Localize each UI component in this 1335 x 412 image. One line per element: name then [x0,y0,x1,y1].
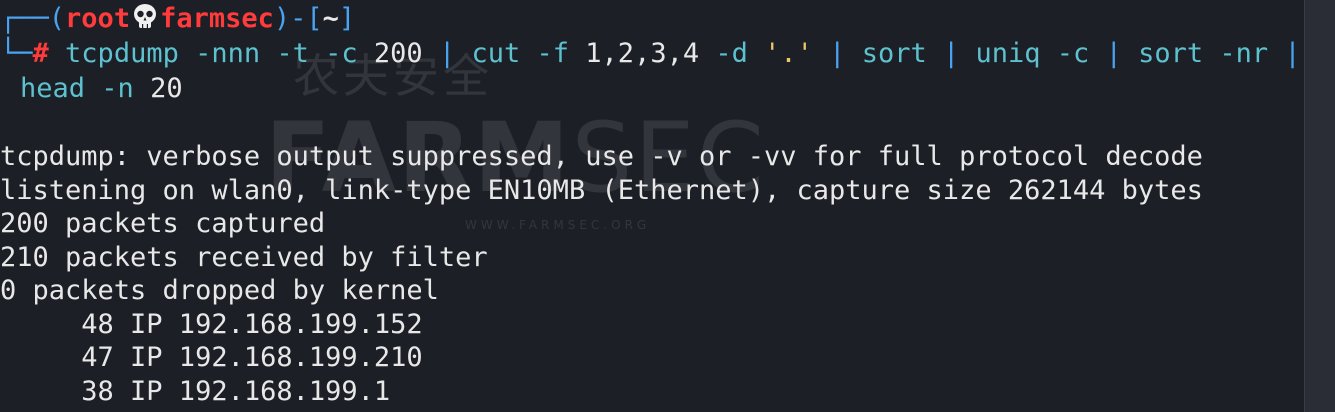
command-token-arg: 20 [150,73,183,104]
command-token-pipe: | [1284,38,1301,69]
command-token-pipe: | [926,38,976,69]
prompt-dir: ~ [322,3,339,34]
prompt-hash: # [32,38,49,69]
command-token-cmd: tcpdump [65,38,179,69]
prompt-close-bracket: ] [338,3,356,34]
prompt-close: )-[ [273,3,323,34]
output-line: 210 packets received by filter [0,241,488,273]
prompt-corner-top: ┌── [0,3,49,34]
prompt-line: ┌──(root farmsec)-[~] [0,2,355,36]
output-line: 200 packets captured [0,208,326,239]
output-line: 38 IP 192.168.199.1 [0,375,391,407]
prompt-host: farmsec [160,3,274,34]
command-token-pipe: | [422,38,472,69]
command-token-pipe: | [1089,38,1139,69]
output-line: 47 IP 192.168.199.210 [0,342,423,373]
command-token-flag: -f [520,38,586,69]
output-line: listening on wlan0, link-type EN10MB (Et… [0,174,1203,206]
command-token-flag: -nr [1203,38,1285,69]
command-token-cmd: uniq [975,38,1041,69]
output-line: tcpdump: verbose output suppressed, use … [0,141,1203,172]
prompt-open-paren: ( [48,3,66,34]
skull-icon [130,3,160,34]
command-token-str: '.' [764,38,813,69]
command-token-pipe: | [812,38,862,69]
output-line: 0 packets dropped by kernel [0,275,439,306]
prompt-corner-bottom: └─ [0,38,33,69]
command-token-arg: 1,2,3,4 [585,38,700,69]
command-token-flag: -n [85,73,151,104]
watermark-url: WWW.FARMSEC.ORG [465,218,651,232]
command-token-flag: -c [1040,38,1090,69]
scrollbar[interactable] [1304,0,1335,412]
command-token-cmd: head [20,73,86,104]
command-token-cmd: sort [861,38,927,69]
command-token-arg: 200 [373,38,423,69]
prompt-user: root [65,3,131,34]
command-token-cmd: sort [1138,38,1204,69]
command-token-flag: -nnn -t -c [178,38,374,69]
terminal-window[interactable]: 农夫安全 FARMSEC WWW.FARMSEC.ORG ┌──(root far… [0,0,1305,412]
command-token-flag: -d [699,38,765,69]
command-line-continued[interactable]: head -n 20 [20,72,183,106]
output-line: 48 IP 192.168.199.152 [0,308,423,340]
command-line[interactable]: └─# tcpdump -nnn -t -c 200 | cut -f 1,2,… [0,37,1301,71]
command-token-cmd: cut [471,38,521,69]
